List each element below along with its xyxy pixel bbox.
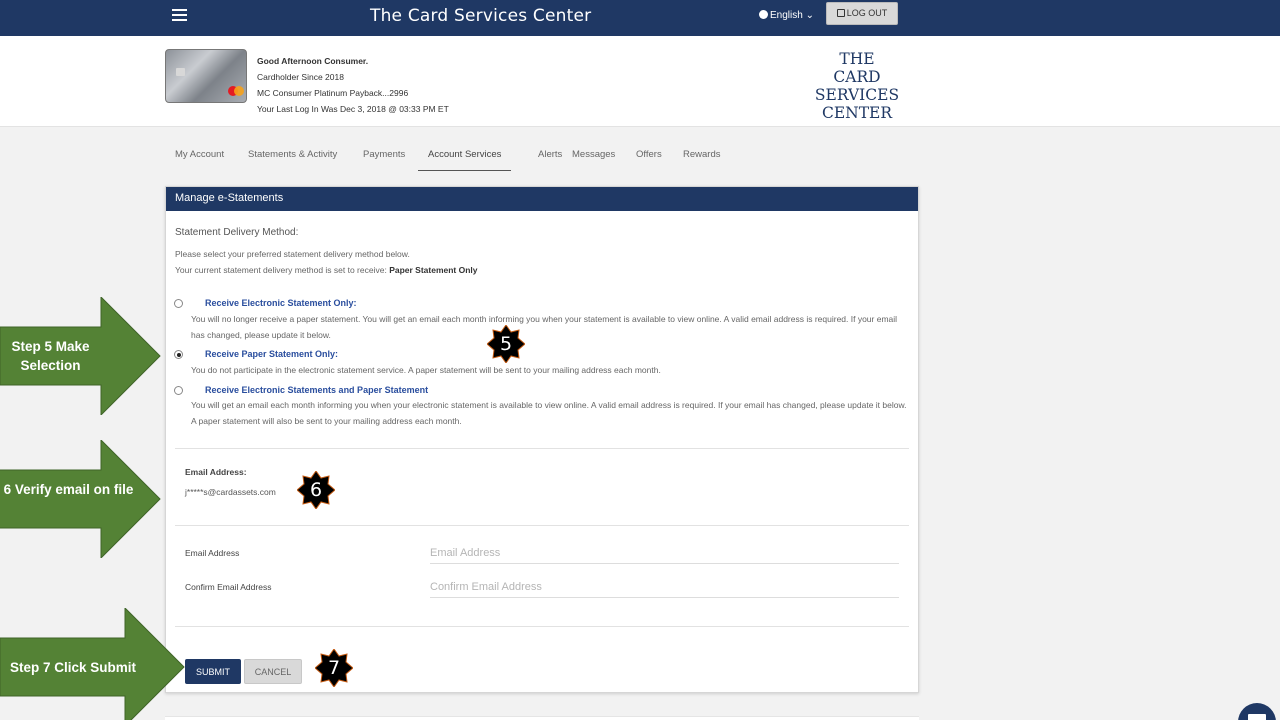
radio-electronic-only[interactable]	[174, 299, 183, 308]
option-electronic-and-paper-desc: You will get an email each month informi…	[191, 400, 907, 426]
option-electronic-only-desc: You will no longer receive a paper state…	[191, 314, 898, 340]
language-label: English ⌄	[770, 10, 814, 21]
radio-electronic-and-paper[interactable]	[174, 386, 183, 395]
divider	[175, 626, 909, 627]
current-method-text: Your current statement delivery method i…	[175, 265, 478, 275]
step6-badge: 6	[296, 470, 336, 510]
tab-account-services[interactable]: Account Services	[418, 145, 512, 171]
card-image	[165, 49, 247, 103]
app-title: The Card Services Center	[370, 6, 592, 26]
logo-line: CENTER	[821, 104, 893, 122]
confirm-email-field[interactable]	[430, 576, 899, 598]
option-paper-only-desc: You do not participate in the electronic…	[191, 365, 661, 375]
step7-number: 7	[327, 657, 341, 679]
step6-number: 6	[309, 479, 323, 501]
current-method-value: Paper Statement Only	[389, 265, 478, 275]
account-header: Good Afternoon Consumer. Cardholder Sinc…	[0, 36, 1280, 127]
tab-messages[interactable]: Messages	[562, 145, 625, 171]
step5-badge: 5	[486, 324, 526, 364]
manage-estatements-panel: Manage e-Statements Statement Delivery M…	[165, 186, 919, 693]
submit-button[interactable]: SUBMIT	[185, 659, 241, 684]
tab-offers[interactable]: Offers	[626, 145, 672, 171]
language-selector[interactable]: English ⌄	[759, 10, 814, 21]
radio-paper-only[interactable]	[174, 350, 183, 359]
step7-label: Step 7 Click Submit	[9, 660, 137, 675]
top-navbar: The Card Services Center English ⌄ LOG O…	[0, 0, 1280, 36]
confirm-email-field-label: Confirm Email Address	[185, 582, 272, 592]
email-field[interactable]	[430, 542, 899, 564]
footer-edge	[165, 716, 919, 720]
tab-my-account[interactable]: My Account	[165, 145, 234, 171]
tab-statements-activity[interactable]: Statements & Activity	[238, 145, 347, 171]
cancel-button[interactable]: CANCEL	[244, 659, 302, 684]
account-summary: Good Afternoon Consumer. Cardholder Sinc…	[257, 53, 449, 117]
instruction-text: Please select your preferred statement d…	[175, 249, 410, 259]
step6-label: Step 6 Verify email on file	[0, 482, 134, 497]
email-on-file-value: j*****s@cardassets.com	[185, 487, 276, 497]
tab-rewards[interactable]: Rewards	[673, 145, 731, 171]
globe-icon	[759, 10, 768, 19]
step5-label: Step 5 Make Selection	[11, 339, 90, 373]
brand-logo: THE CARD SERVICES CENTER	[790, 50, 924, 122]
step5-number: 5	[499, 333, 513, 355]
cardholder-since: Cardholder Since 2018	[257, 72, 344, 82]
logo-line: CARD SERVICES	[814, 68, 900, 104]
current-method-prefix: Your current statement delivery method i…	[175, 265, 390, 275]
email-on-file-label: Email Address:	[185, 467, 247, 477]
logout-button[interactable]: LOG OUT	[826, 2, 898, 25]
logo-line: THE	[839, 50, 875, 68]
divider	[175, 448, 909, 449]
hamburger-icon[interactable]	[172, 9, 187, 21]
last-login: Your Last Log In Was Dec 3, 2018 @ 03:33…	[257, 104, 449, 114]
tab-payments[interactable]: Payments	[353, 145, 415, 171]
logout-icon	[836, 9, 845, 17]
step6-arrow	[0, 440, 161, 558]
account-name: MC Consumer Platinum Payback...2996	[257, 88, 409, 98]
section-title: Statement Delivery Method:	[175, 227, 299, 238]
option-electronic-only-label[interactable]: Receive Electronic Statement Only:	[205, 298, 357, 308]
divider	[175, 525, 909, 526]
step7-badge: 7	[314, 648, 354, 688]
option-paper-only-label[interactable]: Receive Paper Statement Only:	[205, 349, 338, 359]
logout-label: LOG OUT	[846, 8, 888, 18]
mail-icon[interactable]	[1238, 703, 1276, 720]
greeting: Good Afternoon Consumer.	[257, 56, 369, 66]
panel-title: Manage e-Statements	[166, 187, 918, 211]
email-field-label: Email Address	[185, 548, 240, 558]
option-electronic-and-paper-label[interactable]: Receive Electronic Statements and Paper …	[205, 385, 428, 395]
